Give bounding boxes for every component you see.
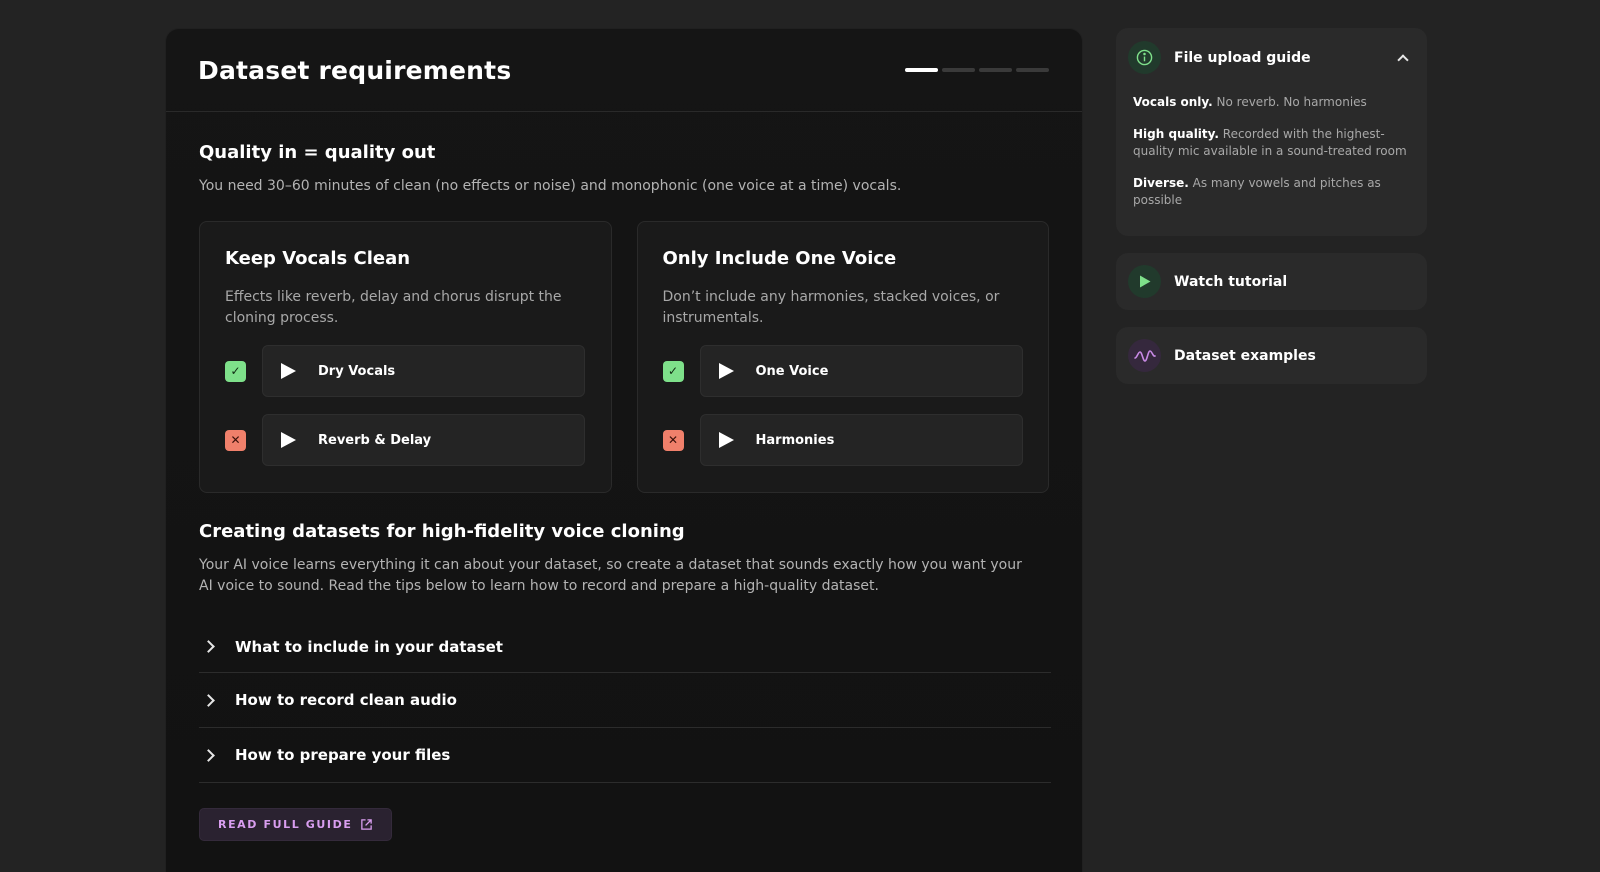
external-link-icon — [361, 819, 373, 830]
cross-icon: ✕ — [662, 429, 684, 451]
accordion-item-what-to-include[interactable]: What to include in your dataset — [199, 621, 1051, 673]
progress-step — [979, 68, 1012, 72]
play-harmonies-button[interactable]: Harmonies — [699, 414, 1023, 466]
sample-label: One Voice — [755, 363, 829, 379]
creating-datasets-title: Creating datasets for high-fidelity voic… — [199, 521, 685, 542]
chevron-right-icon — [202, 748, 215, 762]
file-upload-guide-title: File upload guide — [1174, 49, 1311, 66]
guide-item-diverse: Diverse. As many vowels and pitches as p… — [1133, 176, 1381, 207]
rule-description: Effects like reverb, delay and chorus di… — [225, 289, 562, 326]
upload-guide-list: Vocals only. No reverb. No harmonies Hig… — [1128, 94, 1407, 209]
rule-card-clean-vocals: Keep Vocals Clean Effects like reverb, d… — [199, 221, 612, 493]
waveform-icon — [1128, 339, 1161, 372]
accordion-label: What to include in your dataset — [235, 637, 503, 656]
step-progress-indicator — [905, 68, 1049, 72]
cross-icon: ✕ — [225, 429, 246, 451]
accordion-label: How to prepare your files — [235, 746, 451, 764]
play-dry-vocals-button[interactable]: Dry Vocals — [262, 345, 585, 397]
accordion-label: How to record clean audio — [235, 691, 457, 709]
sample-label: Dry Vocals — [318, 363, 396, 379]
sample-label: Reverb & Delay — [318, 432, 432, 448]
sidebar: File upload guide Vocals only. No reverb… — [1116, 28, 1427, 384]
play-reverb-delay-button[interactable]: Reverb & Delay — [262, 414, 585, 466]
play-one-voice-button[interactable]: One Voice — [699, 345, 1023, 397]
play-icon — [718, 432, 734, 448]
read-full-guide-button[interactable]: READ FULL GUIDE — [199, 808, 393, 841]
chevron-right-icon — [202, 640, 215, 653]
quality-description: You need 30–60 minutes of clean (no effe… — [199, 178, 902, 194]
rule-description: Don’t include any harmonies, stacked voi… — [662, 289, 1000, 326]
creating-datasets-description: Your AI voice learns everything it can a… — [199, 557, 1022, 594]
quality-title: Quality in = quality out — [199, 142, 436, 163]
accordion-item-record-audio[interactable]: How to record clean audio — [199, 673, 1051, 728]
guide-button-label: READ FULL GUIDE — [218, 818, 353, 831]
watch-tutorial-button[interactable]: Watch tutorial — [1116, 253, 1427, 310]
progress-step — [1016, 68, 1049, 72]
checkmark-icon: ✓ — [225, 360, 246, 382]
watch-tutorial-label: Watch tutorial — [1174, 273, 1288, 290]
guide-item-vocals-only: Vocals only. No reverb. No harmonies — [1133, 95, 1367, 109]
info-icon — [1128, 41, 1161, 74]
rule-title: Keep Vocals Clean — [225, 248, 411, 269]
dataset-examples-label: Dataset examples — [1174, 347, 1316, 364]
rule-title: Only Include One Voice — [662, 248, 897, 269]
accordion-item-prepare-files[interactable]: How to prepare your files — [199, 728, 1051, 783]
dataset-examples-button[interactable]: Dataset examples — [1116, 327, 1427, 384]
chevron-up-icon[interactable] — [1397, 53, 1409, 66]
chevron-right-icon — [202, 693, 215, 707]
play-icon — [1128, 265, 1161, 298]
dataset-requirements-panel: Dataset requirements Quality in = qualit… — [165, 28, 1083, 872]
sample-label: Harmonies — [755, 432, 835, 448]
tips-accordion: What to include in your dataset How to r… — [199, 621, 1051, 783]
page-title: Dataset requirements — [198, 55, 512, 85]
file-upload-guide-panel: File upload guide Vocals only. No reverb… — [1116, 28, 1427, 236]
play-icon — [281, 363, 296, 379]
progress-step — [905, 68, 938, 72]
rule-card-one-voice: Only Include One Voice Don’t include any… — [636, 221, 1049, 493]
file-upload-guide-header[interactable]: File upload guide — [1128, 41, 1409, 74]
checkmark-icon: ✓ — [662, 360, 684, 382]
play-icon — [281, 432, 296, 448]
play-icon — [718, 363, 734, 379]
guide-item-high-quality: High quality. Recorded with the highest-… — [1133, 127, 1407, 158]
progress-step — [942, 68, 975, 72]
panel-header: Dataset requirements — [166, 29, 1082, 112]
